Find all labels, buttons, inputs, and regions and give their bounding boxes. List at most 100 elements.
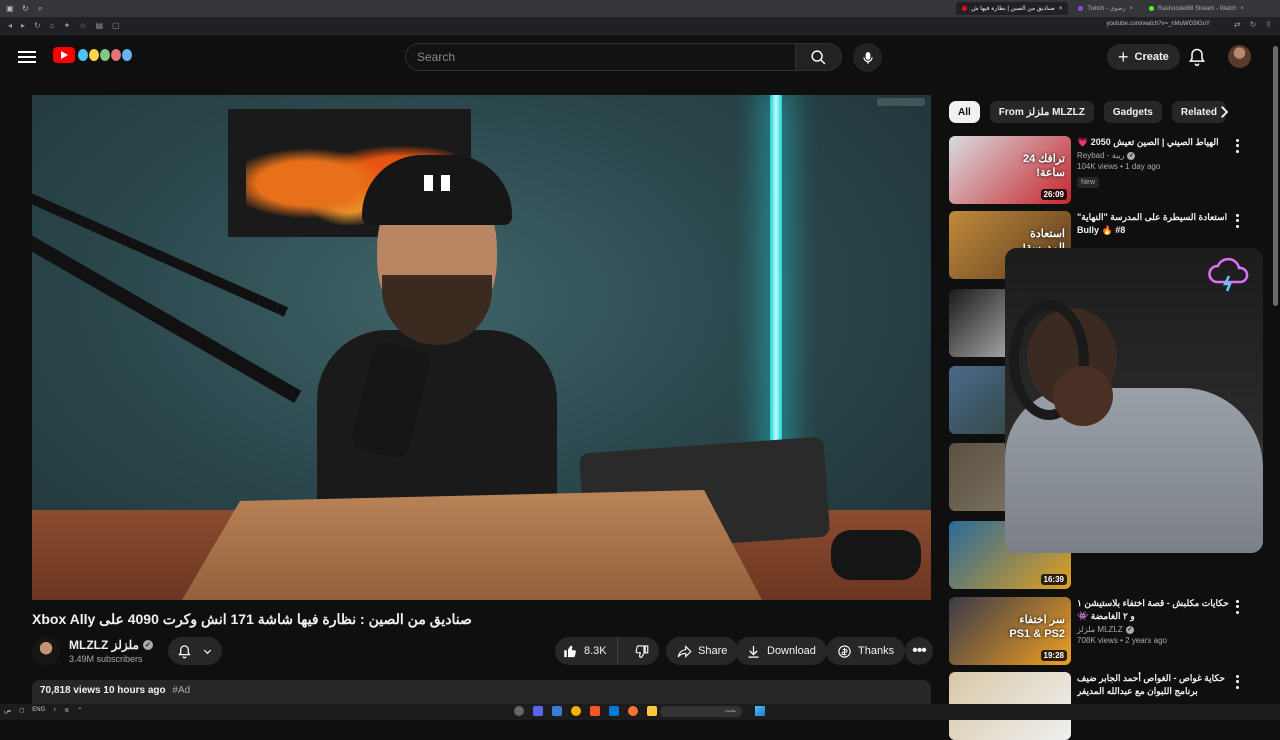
like-button[interactable]: 8.3K (555, 637, 618, 665)
search-icon (811, 49, 826, 64)
chips-next-chevron-icon[interactable] (1214, 103, 1234, 121)
filter-chip[interactable]: Gadgets (1103, 101, 1162, 123)
description-box[interactable]: 70,818 views 10 hours ago #Ad (32, 680, 931, 704)
recommendation-thumbnail[interactable]: سر اختفاء PS1 & PS2 19:28 (949, 597, 1071, 665)
recommendation-channel-name: ملزلز MLZLZ (1077, 625, 1123, 634)
browser-tab[interactable]: Rashoodel88 Stream - Watch × (1143, 2, 1250, 15)
bookmark-star-icon[interactable]: ☆ (79, 21, 86, 30)
back-icon[interactable]: ◂ (8, 21, 12, 30)
browser-tab[interactable]: صناديق من الصين | نظارة فيها ش × (956, 2, 1069, 15)
wifi-icon[interactable]: ≋ (64, 707, 69, 714)
youtube-logo[interactable] (53, 47, 132, 63)
view-count: 70,818 views (40, 685, 101, 696)
thanks-button[interactable]: Thanks (826, 637, 906, 665)
sidebar-icon[interactable]: ▤ (95, 21, 103, 30)
more-vertical-icon[interactable] (1232, 213, 1242, 229)
file-explorer-icon[interactable] (647, 706, 657, 716)
firefox-app-icon[interactable] (628, 706, 638, 716)
language-indicator[interactable]: ENG (32, 707, 45, 714)
refresh-icon[interactable]: ↻ (1250, 20, 1257, 29)
channel-name[interactable]: MLZLZ ملزلز (69, 638, 139, 652)
volume-icon[interactable]: ♪ (53, 707, 56, 714)
windows-start-icon[interactable] (755, 706, 765, 716)
recommendation-channel[interactable]: ملزلز MLZLZ ✓ (1077, 625, 1229, 634)
copilot-app-icon[interactable] (552, 706, 562, 716)
page-scrollbar[interactable] (1271, 40, 1280, 705)
recommendation-title[interactable]: حكايات مكلبش - قصة اختفاء بلاستيشن ١ و ٢… (1077, 597, 1229, 623)
recommendation-title[interactable]: استعادة السيطرة على المدرسة "النهاية" Bu… (1077, 211, 1229, 237)
channel-avatar[interactable] (32, 637, 60, 665)
chrome-app-icon[interactable] (571, 706, 581, 716)
tab-label: Rashoodel88 Stream - Watch (1158, 5, 1237, 12)
search-button[interactable] (796, 43, 842, 71)
filter-chips: All From ملزلز MLZLZ Gadgets Related (949, 101, 1226, 123)
more-vertical-icon[interactable] (1232, 674, 1242, 690)
tab-close-icon[interactable]: × (1240, 6, 1244, 12)
screenshot-icon[interactable]: ▢ (112, 21, 120, 30)
subscription-bell-button[interactable] (168, 637, 222, 665)
reload-icon[interactable]: ↻ (34, 21, 41, 30)
extension-icon[interactable]: ✦ (64, 21, 71, 30)
recommendation-meta: حكاية غواص - الغواص أحمد الجابر ضيف برنا… (1077, 672, 1229, 698)
discord-app-icon[interactable] (533, 706, 543, 716)
recommendation-thumbnail[interactable]: ترافك 24 ساعة! 26:09 (949, 136, 1071, 204)
create-button[interactable]: + Create (1107, 44, 1180, 70)
recommendation-channel[interactable]: Reybad - ريبة ✓ (1077, 151, 1229, 160)
filter-chip[interactable]: From ملزلز MLZLZ (989, 101, 1094, 123)
settings-app-icon[interactable] (514, 706, 524, 716)
more-vertical-icon[interactable] (1232, 599, 1242, 615)
window-controls: ▣ ↻ ⌕ (0, 4, 46, 13)
url-text[interactable]: youtube.com/watch?v=_nMuWG9lGoY (1106, 21, 1210, 27)
streamer-webcam-overlay (1005, 248, 1263, 553)
notification-icon[interactable]: ◻ (19, 707, 24, 714)
video-watermark (877, 98, 925, 106)
tab-favicon-icon (1149, 6, 1154, 11)
brave-app-icon[interactable] (590, 706, 600, 716)
hamburger-menu-icon[interactable] (18, 48, 36, 64)
neon-cloud-icon (1208, 258, 1249, 292)
home-icon[interactable]: ⌂ (50, 21, 55, 30)
dislike-button[interactable] (624, 637, 659, 665)
tab-close-icon[interactable]: × (1129, 6, 1133, 12)
recommendation-title[interactable]: حكاية غواص - الغواص أحمد الجابر ضيف برنا… (1077, 672, 1229, 698)
store-app-icon[interactable] (609, 706, 619, 716)
browser-tab[interactable]: Twitch - رضوى × (1072, 2, 1139, 15)
recommendation-title[interactable]: الهياط الصيني | الصين تعيش 2050 💗 (1077, 136, 1229, 149)
os-taskbar: ص ◻ ENG ♪ ≋ ⌃ بحث (0, 704, 1280, 720)
tab-close-icon[interactable]: × (1059, 6, 1063, 12)
share-label: Share (698, 645, 728, 657)
search-input[interactable] (405, 43, 796, 71)
recommendation-channel-name: Reybad - ريبة (1077, 151, 1125, 160)
recommendation-stats: 104K views • 1 day ago (1077, 162, 1161, 171)
recommendation-item[interactable]: سر اختفاء PS1 & PS2 19:28 حكايات مكلبش - ق… (949, 597, 1249, 665)
more-vertical-icon[interactable] (1232, 138, 1242, 154)
filter-chip[interactable]: All (949, 101, 980, 123)
hashtag[interactable]: #Ad (172, 685, 190, 696)
video-player[interactable] (32, 95, 931, 600)
like-count: 8.3K (584, 645, 607, 657)
voice-search-button[interactable] (853, 43, 882, 72)
forward-icon[interactable]: ▸ (21, 21, 25, 30)
notifications-bell-icon[interactable] (1187, 47, 1207, 67)
tray-chevron-icon[interactable]: ⌃ (77, 707, 82, 714)
system-tray: ص ◻ ENG ♪ ≋ ⌃ (4, 707, 82, 714)
translate-icon[interactable]: ⇄ (1234, 20, 1241, 29)
create-label: Create (1134, 51, 1169, 63)
recommendation-item[interactable]: ترافك 24 ساعة! 26:09 الهياط الصيني | الصين… (949, 136, 1249, 204)
more-actions-button[interactable]: ••• (905, 637, 933, 665)
share-button[interactable]: Share (666, 637, 739, 665)
account-avatar[interactable] (1228, 45, 1251, 68)
reload-tab-icon[interactable]: ↻ (22, 4, 30, 13)
channel-name-wrap[interactable]: MLZLZ ملزلز ✓ (69, 638, 153, 652)
browser-menu-icon[interactable]: ▣ (6, 4, 14, 13)
video-duration: 16:39 (1040, 574, 1067, 585)
youtube-header: + Create (0, 36, 1280, 78)
new-badge: New (1077, 177, 1100, 188)
browser-tabs: صناديق من الصين | نظارة فيها ش × Twitch - … (956, 2, 1250, 15)
download-icon (748, 645, 759, 658)
tab-search-icon[interactable]: ⌕ (38, 4, 46, 13)
share-page-icon[interactable]: ⇪ (1265, 20, 1272, 29)
tab-favicon-icon (962, 6, 968, 11)
taskbar-search[interactable]: بحث (660, 706, 742, 717)
download-button[interactable]: Download (735, 637, 827, 665)
